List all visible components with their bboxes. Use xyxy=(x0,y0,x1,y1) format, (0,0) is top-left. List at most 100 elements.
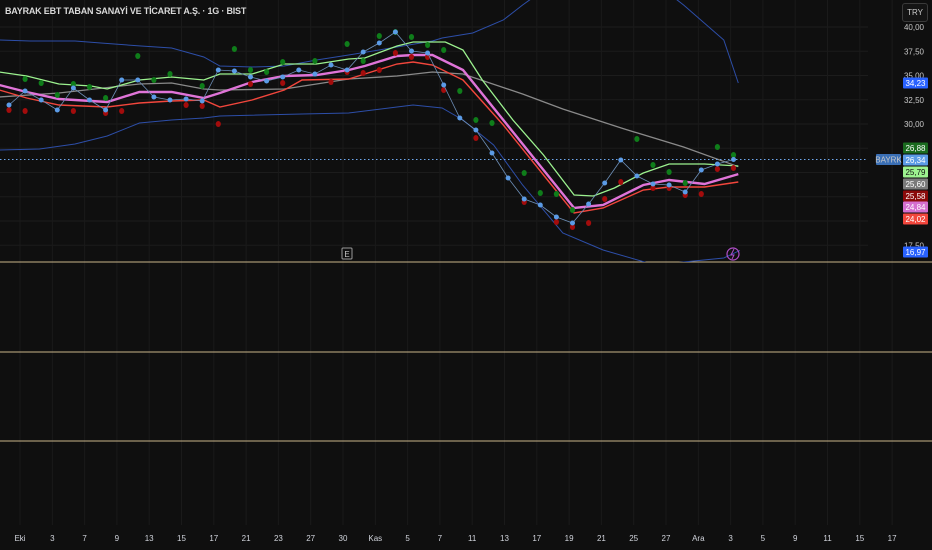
down-dot xyxy=(473,134,479,141)
close-point xyxy=(553,214,559,220)
up-dot xyxy=(86,84,93,91)
x-tick-label: 3 xyxy=(728,534,733,543)
close-point xyxy=(521,196,527,202)
up-dot xyxy=(103,95,109,102)
x-tick-label: 11 xyxy=(468,534,477,543)
close-point xyxy=(70,85,76,91)
close-point xyxy=(54,107,60,113)
close-point xyxy=(199,98,205,104)
x-tick-label: 17 xyxy=(209,534,218,543)
y-tick-label: 32,50 xyxy=(904,96,925,105)
up-dot xyxy=(38,79,44,86)
close-point xyxy=(602,180,608,186)
up-dot xyxy=(408,33,415,40)
price-label: 25,58 xyxy=(905,192,926,201)
close-point xyxy=(586,201,592,207)
close-point xyxy=(103,107,109,113)
slow-ma-line xyxy=(0,71,739,168)
up-dot xyxy=(682,179,688,186)
close-point xyxy=(425,50,431,56)
up-dot xyxy=(344,40,350,47)
close-point xyxy=(489,150,495,156)
down-dot xyxy=(714,166,721,173)
currency-button[interactable]: TRY xyxy=(902,3,928,22)
close-point xyxy=(264,78,270,84)
x-tick-label: 23 xyxy=(274,534,283,543)
x-tick-label: 3 xyxy=(50,534,55,543)
x-tick-label: 11 xyxy=(823,534,832,543)
down-dot xyxy=(328,78,334,85)
down-dot xyxy=(119,108,125,115)
symbol-tag-label: BAYRK xyxy=(875,156,902,165)
down-dot xyxy=(618,179,624,186)
low-ma-line xyxy=(0,61,739,214)
earnings-marker-label: E xyxy=(344,250,349,259)
up-dot xyxy=(569,207,576,214)
time-axis[interactable]: Eki 3 7 9 13 15 17 21 23 27 30 Kas 5 7 11 13 17 19 21 25 27 A… xyxy=(14,534,897,543)
up-dot xyxy=(489,120,495,127)
price-label: 24,84 xyxy=(905,203,926,212)
up-dot xyxy=(22,75,28,82)
close-point xyxy=(360,49,366,55)
close-point xyxy=(698,167,704,173)
down-dot xyxy=(392,49,398,56)
x-tick-label: 7 xyxy=(438,534,443,543)
close-point xyxy=(135,77,141,83)
x-tick-label: 30 xyxy=(339,534,348,543)
close-point xyxy=(38,97,44,103)
x-tick-label: 15 xyxy=(177,534,186,543)
down-dot xyxy=(602,195,608,202)
x-tick-label: 17 xyxy=(888,534,897,543)
close-point xyxy=(570,220,575,226)
x-tick-label: 7 xyxy=(82,534,87,543)
up-dot xyxy=(425,42,431,49)
x-tick-label: 5 xyxy=(761,534,766,543)
lower-band-line xyxy=(0,104,741,262)
close-point xyxy=(280,74,286,80)
close-point xyxy=(248,74,253,80)
up-dot xyxy=(441,46,447,53)
x-tick-label: 17 xyxy=(532,534,541,543)
up-dot xyxy=(135,53,141,60)
close-point xyxy=(682,189,688,195)
down-dot xyxy=(360,69,366,76)
up-dot xyxy=(54,91,60,98)
close-point xyxy=(167,97,173,103)
price-chart[interactable]: E 40,0037,5035,0032,5030,0017,50BAYRK34,… xyxy=(0,0,932,550)
up-dot xyxy=(521,169,527,176)
x-tick-label: 21 xyxy=(597,534,606,543)
y-tick-label: 30,00 xyxy=(904,120,925,129)
up-dot xyxy=(167,71,173,78)
up-dot xyxy=(151,76,157,83)
close-point xyxy=(215,67,221,73)
x-tick-label: Ara xyxy=(692,534,705,543)
up-dot xyxy=(650,162,656,169)
close-point xyxy=(231,68,237,74)
up-dot xyxy=(199,82,205,89)
x-tick-label: 5 xyxy=(405,534,410,543)
close-point xyxy=(151,94,157,100)
price-axis[interactable]: 40,0037,5035,0032,5030,0017,50BAYRK34,23… xyxy=(875,23,928,258)
price-label: 25,79 xyxy=(905,168,926,177)
price-label: 16,97 xyxy=(905,248,926,257)
x-tick-label: 25 xyxy=(629,534,638,543)
down-dot xyxy=(199,102,205,109)
close-point xyxy=(441,82,447,88)
up-dot xyxy=(231,46,237,53)
close-point xyxy=(537,202,543,208)
price-label: 26,34 xyxy=(905,156,926,165)
x-tick-label: Eki xyxy=(14,534,25,543)
x-tick-label: 27 xyxy=(662,534,671,543)
close-point xyxy=(457,115,463,121)
close-point xyxy=(312,71,318,77)
x-tick-label: Kas xyxy=(368,534,382,543)
close-point xyxy=(296,67,302,73)
y-tick-label: 37,50 xyxy=(904,47,925,56)
x-tick-label: 21 xyxy=(242,534,251,543)
down-dot xyxy=(6,107,12,114)
x-tick-label: 13 xyxy=(500,534,509,543)
close-point xyxy=(634,173,640,179)
close-point xyxy=(473,127,479,133)
series-group xyxy=(0,0,741,262)
down-dot xyxy=(408,53,415,60)
